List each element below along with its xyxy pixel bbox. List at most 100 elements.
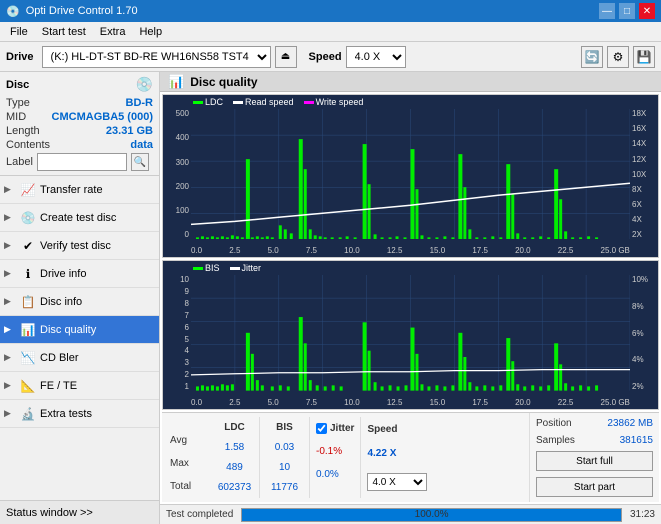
sidebar-item-drive-info[interactable]: ▶ ℹ Drive info [0,260,159,288]
nav-label-verify-test-disc: Verify test disc [40,240,111,252]
status-window-button[interactable]: Status window >> [0,500,159,524]
speed-select[interactable]: 4.0 X [346,46,406,68]
menu-start-test[interactable]: Start test [36,24,92,40]
stats-ldc-avg: 1.58 [225,442,244,453]
y-label-r: 12X [632,155,646,164]
position-row: Position 23862 MB [536,418,653,429]
extra-tests-icon: 🔬 [20,406,36,422]
chart1-y-right: 18X 16X 14X 12X 10X 8X 6X 4X 2X [630,109,658,239]
refresh-button[interactable]: 🔄 [581,46,603,68]
drive-bar: Drive (K:) HL-DT-ST BD-RE WH16NS58 TST4 … [0,42,661,72]
nav-label-disc-quality: Disc quality [40,324,96,336]
samples-row: Samples 381615 [536,435,653,446]
eject-button[interactable]: ⏏ [275,46,297,68]
content-area: 📊 Disc quality LDC Read speed [160,72,661,524]
sidebar-item-disc-quality[interactable]: ▶ 📊 Disc quality [0,316,159,344]
nav-label-fe-te: FE / TE [40,380,77,392]
write-speed-legend-item: Write speed [304,97,364,107]
jitter-checkbox[interactable] [316,423,327,434]
stats-speed-val: 4.22 X [367,448,427,459]
disc-contents-label: Contents [6,139,50,151]
stats-max-label: Max [170,458,202,469]
nav-label-transfer-rate: Transfer rate [40,184,103,196]
sidebar-item-transfer-rate[interactable]: ▶ 📈 Transfer rate [0,176,159,204]
nav-label-create-test-disc: Create test disc [40,212,116,224]
save-button[interactable]: 💾 [633,46,655,68]
disc-panel-header: Disc 💿 [6,76,153,93]
sidebar-item-disc-info[interactable]: ▶ 📋 Disc info [0,288,159,316]
progress-percent: 100.0% [415,509,449,521]
disc-label-set-button[interactable]: 🔍 [131,153,149,171]
position-label: Position [536,418,572,429]
write-speed-legend-dot [304,101,314,104]
drive-select[interactable]: (K:) HL-DT-ST BD-RE WH16NS58 TST4 [42,46,271,68]
sidebar-item-create-test-disc[interactable]: ▶ 💿 Create test disc [0,204,159,232]
close-button[interactable]: ✕ [639,3,655,19]
disc-panel: Disc 💿 Type BD-R MID CMCMAGBA5 (000) Len… [0,72,159,176]
stats-speed-header: Speed [367,424,427,435]
disc-type-val: BD-R [126,97,154,109]
minimize-button[interactable]: — [599,3,615,19]
nav-label-disc-info: Disc info [40,296,82,308]
create-test-disc-icon: 💿 [20,210,36,226]
settings-button[interactable]: ⚙ [607,46,629,68]
menu-extra[interactable]: Extra [94,24,132,40]
stats-bis-avg: 0.03 [275,442,294,453]
cd-bler-icon: 📉 [20,350,36,366]
stats-jitter-max: 0.0% [316,469,354,480]
y-label: 200 [176,182,189,191]
nav-arrow-icon: ▶ [4,184,11,195]
jitter-legend-label: Jitter [242,263,262,273]
jitter-legend-dot [230,267,240,270]
nav-arrow-icon: ▶ [4,240,11,251]
maximize-button[interactable]: □ [619,3,635,19]
chart2-legend: BIS Jitter [193,263,261,273]
chart2-y-right: 10% 8% 6% 4% 2% [630,275,658,391]
stats-bis-col: BIS 0.03 10 11776 [260,417,310,498]
start-part-button[interactable]: Start part [536,477,653,497]
sidebar-item-verify-test-disc[interactable]: ▶ ✔ Verify test disc [0,232,159,260]
disc-title: Disc [6,79,29,91]
samples-val: 381615 [620,435,653,446]
disc-length-val: 23.31 GB [106,125,153,137]
y-label-r: 6X [632,200,642,209]
ldc-legend-label: LDC [205,97,223,107]
drive-info-icon: ℹ [20,266,36,282]
nav-arrow-icon: ▶ [4,296,11,307]
bis-legend-dot [193,267,203,270]
stats-jitter-header: Jitter [330,423,354,434]
chart2-y-left: 10 9 8 7 6 5 4 3 2 1 [163,275,191,391]
disc-label-input[interactable] [37,153,127,171]
stats-jitter-col: Jitter -0.1% 0.0% [310,417,361,498]
y-label-r: 16X [632,124,646,133]
menu-help[interactable]: Help [133,24,168,40]
stats-avg-label: Avg [170,435,202,446]
start-full-button[interactable]: Start full [536,451,653,471]
sidebar-item-cd-bler[interactable]: ▶ 📉 CD Bler [0,344,159,372]
jitter-legend-item: Jitter [230,263,262,273]
nav-arrow-icon: ▶ [4,352,11,363]
nav-arrow-icon: ▶ [4,380,11,391]
jitter-check-row: Jitter [316,423,354,434]
nav-arrow-active-icon: ▶ [4,324,11,335]
disc-mid-label: MID [6,111,26,123]
title-bar: 💿 Opti Drive Control 1.70 — □ ✕ [0,0,661,22]
content-header-title: Disc quality [190,75,257,89]
disc-type-label: Type [6,97,30,109]
menu-file[interactable]: File [4,24,34,40]
stats-table: Avg Max Total LDC 1.58 489 602373 BIS [162,413,529,502]
disc-length-row: Length 23.31 GB [6,125,153,137]
sidebar-item-fe-te[interactable]: ▶ 📐 FE / TE [0,372,159,400]
y-label-r: 10X [632,170,646,179]
title-bar-controls: — □ ✕ [599,3,655,19]
stats-ldc-total: 602373 [218,482,251,493]
disc-contents-row: Contents data [6,139,153,151]
nav-arrow-icon: ▶ [4,408,11,419]
disc-type-row: Type BD-R [6,97,153,109]
y-label-r: 2X [632,230,642,239]
nav-arrow-icon: ▶ [4,268,11,279]
sidebar-item-extra-tests[interactable]: ▶ 🔬 Extra tests [0,400,159,428]
disc-mid-row: MID CMCMAGBA5 (000) [6,111,153,123]
app-icon: 💿 [6,5,20,18]
speed-test-select[interactable]: 4.0 X [367,473,427,491]
